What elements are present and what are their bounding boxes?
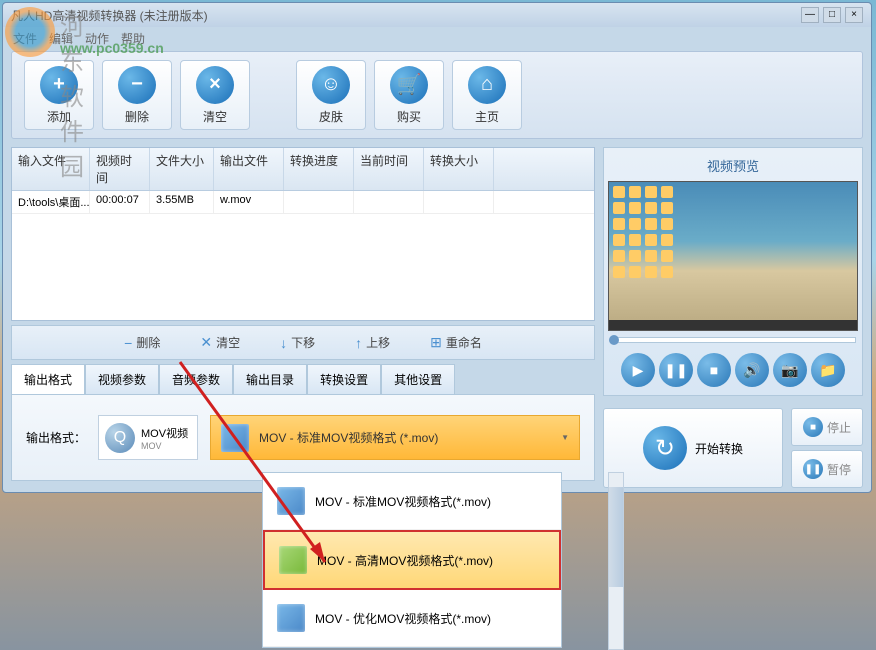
- menu-action[interactable]: 动作: [85, 30, 109, 44]
- output-label: 输出格式：: [26, 429, 86, 446]
- stop-icon: ■: [803, 417, 823, 437]
- play-button[interactable]: ▶: [621, 353, 655, 387]
- close-button[interactable]: ×: [845, 7, 863, 23]
- th-input[interactable]: 输入文件: [12, 148, 90, 190]
- player-controls: ▶ ❚❚ ■ 🔊 📷 📁: [608, 349, 858, 391]
- dropdown-option-hd[interactable]: MOV - 高清MOV视频格式(*.mov): [263, 530, 561, 590]
- buy-button[interactable]: 🛒 购买: [374, 60, 444, 130]
- quicktime-icon: Q: [105, 423, 135, 453]
- start-convert-button[interactable]: ↻ 开始转换: [603, 408, 783, 488]
- add-button[interactable]: + 添加: [24, 60, 94, 130]
- box-green-icon: [279, 546, 307, 574]
- preview-section: 视频预览 ▶ ❚❚: [603, 147, 863, 396]
- toolbar: + 添加 − 删除 × 清空 ☺ 皮肤 🛒 购买 ⌂ 主页: [11, 51, 863, 139]
- minimize-button[interactable]: —: [801, 7, 819, 23]
- preview-screen[interactable]: [608, 181, 858, 331]
- table-row[interactable]: D:\tools\桌面... 00:00:07 3.55MB w.mov: [12, 191, 594, 214]
- scrollbar-thumb[interactable]: [609, 487, 623, 587]
- clear-button[interactable]: × 清空: [180, 60, 250, 130]
- pause-icon: ❚❚: [803, 459, 823, 479]
- main-window: 凡人HD高清视频转换器 (未注册版本) — □ × 文件 编辑 动作 帮助 + …: [2, 2, 872, 493]
- dropdown-option-standard[interactable]: MOV - 标准MOV视频格式(*.mov): [263, 473, 561, 530]
- x-small-icon: ✕: [200, 334, 212, 351]
- table-header: 输入文件 视频时间 文件大小 输出文件 转换进度 当前时间 转换大小: [12, 148, 594, 191]
- box-icon: [277, 487, 305, 515]
- titlebar[interactable]: 凡人HD高清视频转换器 (未注册版本) — □ ×: [3, 3, 871, 27]
- format-dropdown[interactable]: MOV - 标准MOV视频格式 (*.mov) ▼: [210, 415, 580, 460]
- action-clear[interactable]: ✕清空: [200, 334, 240, 351]
- box-icon: [277, 604, 305, 632]
- action-down[interactable]: ↓下移: [280, 334, 315, 351]
- delete-button[interactable]: − 删除: [102, 60, 172, 130]
- rename-icon: ⊞: [430, 334, 442, 351]
- th-progress[interactable]: 转换进度: [284, 148, 354, 190]
- action-rename[interactable]: ⊞重命名: [430, 334, 482, 351]
- tab-format[interactable]: 输出格式: [11, 364, 85, 394]
- arrow-down-icon: ↓: [280, 335, 287, 351]
- open-button[interactable]: 📁: [811, 353, 845, 387]
- home-icon: ⌂: [468, 66, 506, 104]
- th-conv[interactable]: 转换大小: [424, 148, 494, 190]
- action-bar: −删除 ✕清空 ↓下移 ↑上移 ⊞重命名: [11, 325, 595, 360]
- menu-file[interactable]: 文件: [13, 30, 37, 44]
- maximize-button[interactable]: □: [823, 7, 841, 23]
- action-up[interactable]: ↑上移: [355, 334, 390, 351]
- tab-other[interactable]: 其他设置: [381, 364, 455, 394]
- minus-icon: −: [118, 66, 156, 104]
- settings-tabs: 输出格式 视频参数 音频参数 输出目录 转换设置 其他设置: [11, 364, 595, 394]
- menu-edit[interactable]: 编辑: [49, 30, 73, 44]
- menubar: 文件 编辑 动作 帮助: [3, 27, 871, 47]
- chevron-down-icon: ▼: [561, 433, 569, 442]
- tab-video[interactable]: 视频参数: [85, 364, 159, 394]
- taskbar: [609, 320, 857, 330]
- tab-convert[interactable]: 转换设置: [307, 364, 381, 394]
- dropdown-option-optimized[interactable]: MOV - 优化MOV视频格式(*.mov): [263, 590, 561, 647]
- output-section: 输出格式： Q MOV视频 MOV MOV - 标准MOV视频格式 (*.mov…: [11, 394, 595, 481]
- format-dropdown-list: MOV - 标准MOV视频格式(*.mov) MOV - 高清MOV视频格式(*…: [262, 472, 562, 648]
- seek-handle[interactable]: [609, 335, 619, 345]
- cart-icon: 🛒: [390, 66, 428, 104]
- dropdown-scrollbar[interactable]: [608, 472, 624, 650]
- pause-convert-button[interactable]: ❚❚ 暂停: [791, 450, 863, 488]
- stop-convert-button[interactable]: ■ 停止: [791, 408, 863, 446]
- desktop-icons: [613, 186, 673, 278]
- window-controls: — □ ×: [801, 7, 863, 23]
- smile-icon: ☺: [312, 66, 350, 104]
- pause-button[interactable]: ❚❚: [659, 353, 693, 387]
- x-icon: ×: [196, 66, 234, 104]
- th-size[interactable]: 文件大小: [150, 148, 214, 190]
- home-button[interactable]: ⌂ 主页: [452, 60, 522, 130]
- th-current[interactable]: 当前时间: [354, 148, 424, 190]
- refresh-icon: ↻: [643, 426, 687, 470]
- seek-bar[interactable]: [610, 337, 856, 343]
- menu-help[interactable]: 帮助: [121, 30, 145, 44]
- snapshot-button[interactable]: 📷: [773, 353, 807, 387]
- stop-button[interactable]: ■: [697, 353, 731, 387]
- th-output[interactable]: 输出文件: [214, 148, 284, 190]
- skin-button[interactable]: ☺ 皮肤: [296, 60, 366, 130]
- volume-button[interactable]: 🔊: [735, 353, 769, 387]
- convert-section: ↻ 开始转换 ■ 停止 ❚❚ 暂停: [603, 408, 863, 488]
- format-selector[interactable]: Q MOV视频 MOV: [98, 415, 198, 460]
- file-table: 输入文件 视频时间 文件大小 输出文件 转换进度 当前时间 转换大小 D:\to…: [11, 147, 595, 321]
- arrow-up-icon: ↑: [355, 335, 362, 351]
- tab-audio[interactable]: 音频参数: [159, 364, 233, 394]
- plus-icon: +: [40, 66, 78, 104]
- th-time[interactable]: 视频时间: [90, 148, 150, 190]
- minus-small-icon: −: [124, 335, 132, 351]
- box-icon: [221, 424, 249, 452]
- action-delete[interactable]: −删除: [124, 334, 160, 351]
- window-title: 凡人HD高清视频转换器 (未注册版本): [11, 7, 801, 24]
- tab-dir[interactable]: 输出目录: [233, 364, 307, 394]
- preview-title: 视频预览: [608, 152, 858, 179]
